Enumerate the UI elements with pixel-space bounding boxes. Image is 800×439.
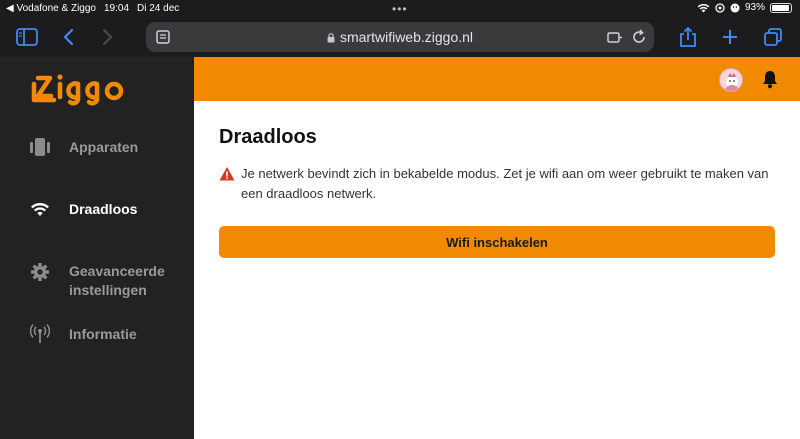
sidebar-item-label: Geavanceerde instellingen <box>69 262 165 300</box>
new-tab-icon[interactable] <box>717 24 743 50</box>
forward-icon[interactable] <box>94 24 120 50</box>
enable-wifi-button[interactable]: Wifi inschakelen <box>219 226 775 258</box>
battery-icon <box>770 2 792 13</box>
ziggo-logo[interactable] <box>30 69 142 107</box>
address-bar[interactable]: smartwifiweb.ziggo.nl <box>146 22 654 52</box>
status-date: Di 24 dec <box>137 3 180 14</box>
location-icon <box>715 2 725 13</box>
url-text: smartwifiweb.ziggo.nl <box>339 29 474 45</box>
gear-icon <box>29 261 51 283</box>
antenna-icon <box>29 323 51 345</box>
top-bar <box>194 57 800 101</box>
lock-icon <box>327 33 335 43</box>
back-to-app-link[interactable]: ◀ Vodafone & Ziggo <box>6 3 96 14</box>
sidebar-item-label-line2: instellingen <box>69 282 147 298</box>
wired-mode-notice: Je netwerk bevindt zich in bekabelde mod… <box>219 164 779 204</box>
sidebar-item-label-line1: Geavanceerde <box>69 263 165 279</box>
sidebar-item-label: Draadloos <box>69 200 138 217</box>
user-avatar[interactable] <box>719 68 743 92</box>
notice-text: Je netwerk bevindt zich in bekabelde mod… <box>241 166 769 201</box>
page-title: Draadloos <box>219 126 317 148</box>
wifi-status-icon <box>697 3 710 13</box>
back-icon[interactable] <box>56 24 82 50</box>
reload-icon[interactable] <box>630 28 648 46</box>
devices-icon <box>29 136 51 158</box>
browser-toolbar: smartwifiweb.ziggo.nl <box>0 18 800 57</box>
focus-icon <box>730 3 740 12</box>
sidebar-item-label: Apparaten <box>69 138 139 155</box>
status-bar: ◀ Vodafone & Ziggo 19:04 Di 24 dec ••• 9… <box>0 0 800 18</box>
main-content: Draadloos Je netwerk bevindt zich in bek… <box>194 101 800 439</box>
multitasking-dots[interactable]: ••• <box>392 2 408 16</box>
share-icon[interactable] <box>675 24 701 50</box>
battery-percent: 93% <box>744 2 765 13</box>
warning-icon <box>219 167 235 181</box>
sidebar-icon[interactable] <box>14 24 40 50</box>
sidebar: Apparaten Draadloos Geavanceerde instell… <box>0 57 194 439</box>
status-time: 19:04 <box>103 3 130 14</box>
extension-icon[interactable] <box>606 28 624 46</box>
bell-icon[interactable] <box>760 69 780 89</box>
wifi-icon <box>29 198 51 220</box>
browser-chrome: ◀ Vodafone & Ziggo 19:04 Di 24 dec ••• 9… <box>0 0 800 57</box>
sidebar-item-label: Informatie <box>69 325 137 342</box>
tabs-icon[interactable] <box>760 24 786 50</box>
